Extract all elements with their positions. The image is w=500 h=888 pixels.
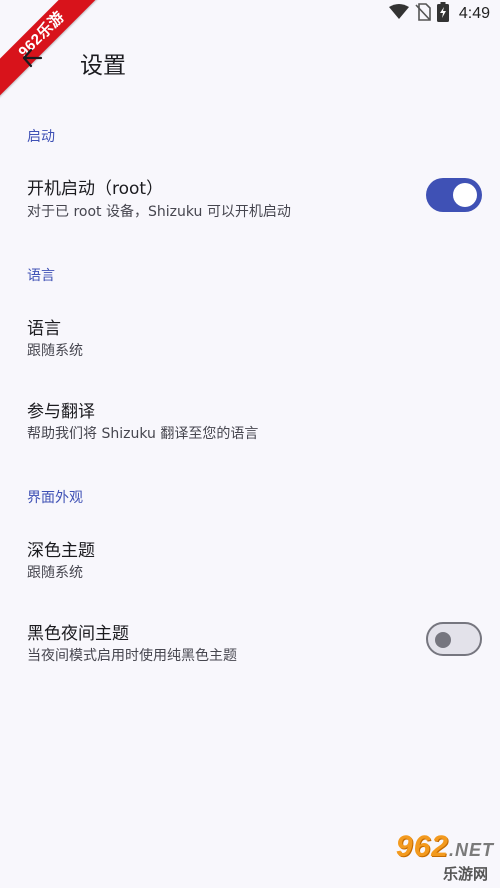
watermark-number: 962 — [395, 830, 449, 863]
pref-dark-theme-title: 深色主题 — [27, 541, 95, 561]
pref-boot-start[interactable]: 开机启动（root） 对于已 root 设备，Shizuku 可以开机启动 — [0, 158, 500, 234]
pref-translate-title: 参与翻译 — [27, 402, 95, 422]
pref-dark-theme[interactable]: 深色主题 跟随系统 — [0, 520, 500, 596]
no-sim-icon — [415, 3, 431, 25]
page-title: 设置 — [80, 53, 126, 79]
watermark-sub: 乐游网 — [442, 865, 488, 883]
watermark-net: .NET — [448, 840, 494, 860]
back-button[interactable] — [16, 44, 48, 76]
pref-boot-start-summary: 对于已 root 设备，Shizuku 可以开机启动 — [27, 204, 291, 220]
status-time: 4:49 — [458, 5, 490, 22]
pref-language[interactable]: 语言 跟随系统 — [0, 298, 500, 374]
pref-black-night-theme[interactable]: 黑色夜间主题 当夜间模式启用时使用纯黑色主题 — [0, 603, 500, 679]
wifi-icon — [388, 4, 409, 24]
section-header-appearance: 界面外观 — [27, 490, 83, 506]
status-icons: 4:49 — [388, 2, 490, 26]
pref-translate[interactable]: 参与翻译 帮助我们将 Shizuku 翻译至您的语言 — [0, 381, 500, 457]
watermark-logo: 962.NET 乐游网 — [364, 832, 494, 884]
boot-start-switch[interactable] — [426, 178, 482, 212]
pref-black-night-theme-summary: 当夜间模式启用时使用纯黑色主题 — [27, 648, 237, 664]
switch-thumb — [435, 632, 451, 648]
pref-language-title: 语言 — [27, 319, 61, 339]
pref-dark-theme-summary: 跟随系统 — [27, 565, 83, 581]
watermark-main: 962.NET — [364, 832, 494, 865]
pref-boot-start-title: 开机启动（root） — [27, 179, 164, 199]
pref-language-summary: 跟随系统 — [27, 343, 83, 359]
app-bar: 设置 — [0, 30, 500, 94]
pref-black-night-theme-title: 黑色夜间主题 — [27, 624, 129, 644]
switch-thumb — [453, 183, 477, 207]
pref-translate-summary: 帮助我们将 Shizuku 翻译至您的语言 — [27, 426, 259, 442]
section-header-startup: 启动 — [27, 129, 55, 145]
settings-screen: 4:49 962乐游 设置 启动 开机启动（root） 对于已 root 设备，… — [0, 0, 500, 888]
arrow-left-icon — [21, 47, 43, 73]
section-header-language: 语言 — [27, 268, 55, 284]
battery-charging-icon — [436, 2, 449, 26]
black-night-theme-switch[interactable] — [426, 622, 482, 656]
